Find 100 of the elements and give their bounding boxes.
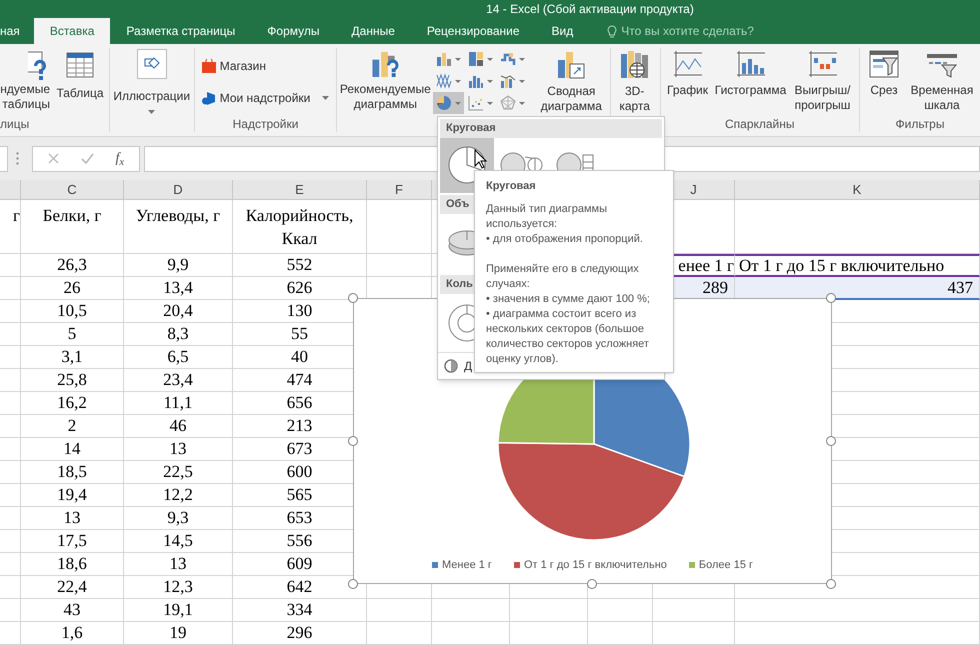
table-cell: 20,4 xyxy=(124,300,233,323)
resize-handle[interactable] xyxy=(348,579,358,589)
caret-icon xyxy=(455,58,462,60)
window-title: 14 - Excel (Сбой активации продукта) xyxy=(486,1,694,18)
table-cell: 19,4 xyxy=(21,484,124,507)
table-cell xyxy=(0,254,21,277)
resize-handle[interactable] xyxy=(348,436,358,446)
column-chart-icon xyxy=(436,51,452,67)
lightbulb-icon xyxy=(607,24,618,38)
group-label: Надстройки xyxy=(232,117,298,132)
table-cell: 11,1 xyxy=(124,392,233,415)
line-chart-icon xyxy=(672,50,703,78)
legend-label: Менее 1 г xyxy=(442,558,492,573)
shapes-icon xyxy=(136,49,167,79)
slicer-button[interactable]: Срез xyxy=(864,48,904,117)
win-loss-sparkline-button[interactable]: Выигрыш/ проигрыш xyxy=(786,48,859,117)
step-chart-icon xyxy=(500,51,516,67)
table-cell: 19 xyxy=(124,622,233,645)
menu-item[interactable]: Д xyxy=(464,357,472,376)
check-icon[interactable] xyxy=(80,153,94,164)
table-button[interactable]: Таблица xyxy=(52,48,108,117)
column-sparkline-button[interactable]: Гистограмма xyxy=(714,48,787,117)
legend-label: Более 15 г xyxy=(698,558,753,573)
ribbon-tab[interactable]: Вставка xyxy=(34,18,110,44)
pivot-chart-icon xyxy=(556,50,586,80)
table-header-cell: Белки, г xyxy=(21,200,124,254)
table-cell: 13 xyxy=(21,507,124,530)
table-cell: 26 xyxy=(21,277,124,300)
win-loss-icon xyxy=(808,50,838,78)
table-cell: 14,5 xyxy=(124,530,233,553)
table-cell: 296 xyxy=(233,622,367,645)
caret-icon xyxy=(487,80,494,82)
insert-function-button[interactable]: f$_{x}$ xyxy=(116,148,124,169)
table-cell: 13 xyxy=(124,553,233,576)
section-header: Объ xyxy=(446,197,470,212)
shopping-bag-icon xyxy=(202,59,216,73)
table-cell: 2 xyxy=(21,415,124,438)
table-cell xyxy=(0,576,21,599)
legend-label: От 1 г до 15 г включительно xyxy=(524,558,667,573)
table-cell xyxy=(588,599,653,622)
table-cell: 1,6 xyxy=(21,622,124,645)
tooltip-text: Применяйте его в следующих случаях: xyxy=(486,262,640,292)
column-chart-icon xyxy=(736,50,766,78)
table-cell xyxy=(0,553,21,576)
ribbon-tab[interactable]: Рецензирование xyxy=(410,18,536,44)
tooltip-title: Круговая xyxy=(486,179,537,194)
resize-handle[interactable] xyxy=(826,579,836,589)
combo-chart-icon xyxy=(500,73,516,89)
resize-handle[interactable] xyxy=(826,436,836,446)
column-header[interactable]: C xyxy=(21,180,124,200)
table-cell: 13 xyxy=(124,438,233,461)
bar-chart-icon xyxy=(468,73,484,89)
my-addins-button[interactable]: Мои надстройки xyxy=(202,88,330,108)
radar-chart-icon xyxy=(500,95,516,111)
section-header: Круговая xyxy=(446,121,496,136)
ribbon-tab[interactable]: Вид xyxy=(536,18,590,44)
table-cell: 8,3 xyxy=(124,323,233,346)
ribbon-tab[interactable]: ная xyxy=(0,18,34,44)
globe-map-icon xyxy=(620,50,650,80)
chart-type-button[interactable] xyxy=(433,92,464,114)
group-label: Спарклайны xyxy=(724,117,795,132)
stacked-chart-icon xyxy=(468,51,484,67)
ribbon-tab[interactable]: Данные xyxy=(336,18,411,44)
ribbon-tab[interactable]: Разметка страницы xyxy=(110,18,252,44)
illustrations-button[interactable]: Иллюстрации xyxy=(110,48,194,114)
caret-icon xyxy=(519,80,526,82)
resize-handle[interactable] xyxy=(348,293,358,303)
caret-icon xyxy=(455,80,462,82)
table-cell xyxy=(367,599,432,622)
pie-chart-icon xyxy=(436,95,452,111)
ribbon-tab[interactable]: Формулы xyxy=(251,18,336,44)
column-header[interactable]: K xyxy=(735,180,980,200)
chart-question-icon xyxy=(370,50,400,77)
table-cell xyxy=(0,507,21,530)
cancel-icon[interactable] xyxy=(48,153,59,164)
table-cell: 437 xyxy=(735,277,980,300)
table-cell: 19,1 xyxy=(124,599,233,622)
recommended-pivot-tables-button[interactable]: ндуемые таблицы xyxy=(0,48,50,117)
recommended-charts-button[interactable]: Рекомендуемые диаграммы xyxy=(337,48,434,112)
caret-icon xyxy=(148,110,156,114)
table-cell: 23,4 xyxy=(124,369,233,392)
caret-icon xyxy=(519,102,526,104)
store-button[interactable]: Магазин xyxy=(202,56,282,76)
line-sparkline-button[interactable]: График xyxy=(660,48,715,117)
column-header[interactable]: E xyxy=(233,180,367,200)
timeline-button[interactable]: Временная шкала xyxy=(904,48,980,117)
search-field[interactable]: Что вы хотите сделать? xyxy=(621,22,782,40)
column-header[interactable]: D xyxy=(124,180,233,200)
drag-handle-icon xyxy=(16,152,19,165)
column-header[interactable]: F xyxy=(367,180,432,200)
table-cell: 26,3 xyxy=(21,254,124,277)
table-cell: 22,5 xyxy=(124,461,233,484)
table-cell: 43 xyxy=(21,599,124,622)
filter-panel-icon xyxy=(869,50,899,78)
table-cell: 46 xyxy=(124,415,233,438)
table-cell xyxy=(0,438,21,461)
table-cell: 334 xyxy=(233,599,367,622)
table-cell xyxy=(0,277,21,300)
pie-icon xyxy=(444,359,458,374)
table-cell xyxy=(0,369,21,392)
